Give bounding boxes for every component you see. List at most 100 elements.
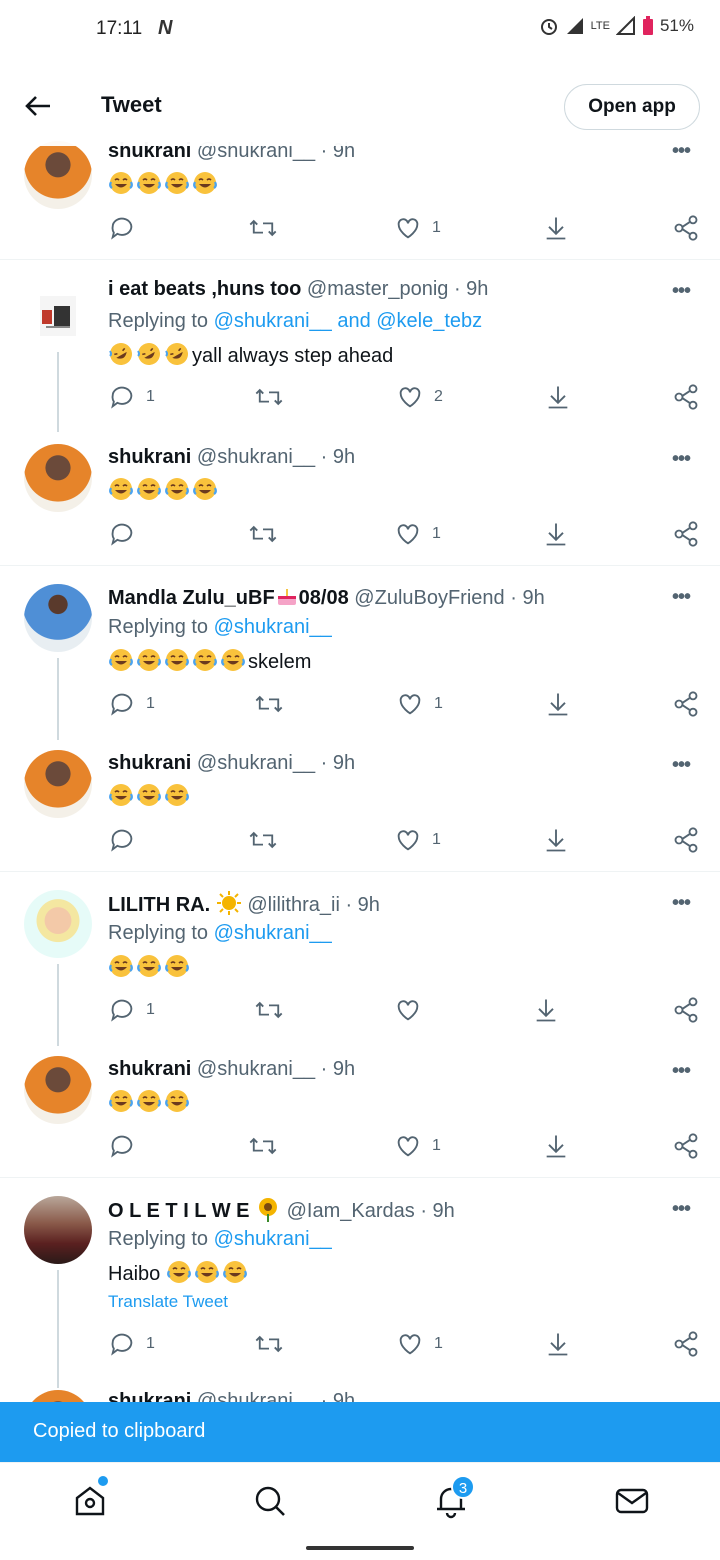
username[interactable]: @shukrani__ — [197, 1058, 315, 1080]
home-icon[interactable] — [70, 1481, 110, 1521]
username[interactable]: @Iam_Kardas — [287, 1200, 415, 1222]
tweet[interactable]: i eat beats ,huns too @master_ponig · 9h… — [0, 260, 720, 432]
share-button[interactable] — [544, 1330, 572, 1358]
share-link-button[interactable] — [672, 996, 700, 1024]
open-app-button[interactable]: Open app — [564, 84, 700, 130]
reply-button[interactable] — [108, 826, 146, 854]
share-link-button[interactable] — [672, 214, 700, 242]
avatar[interactable] — [24, 890, 92, 958]
timestamp[interactable]: · 9h — [321, 1390, 355, 1402]
like-button[interactable]: 2 — [396, 383, 443, 411]
username[interactable]: @shukrani__ — [197, 446, 315, 468]
like-button[interactable]: 1 — [394, 1132, 441, 1160]
retweet-button[interactable] — [248, 214, 278, 242]
username[interactable]: @shukrani__ — [197, 1390, 315, 1402]
timestamp[interactable]: · 9h — [321, 446, 355, 468]
system-home-indicator[interactable] — [306, 1546, 414, 1550]
tweet[interactable]: shukrani @shukrani__ · 9h ••• 1 — [0, 430, 720, 566]
retweet-button[interactable] — [248, 826, 278, 854]
display-name[interactable]: Mandla Zulu_uBF — [108, 587, 275, 609]
tweet[interactable]: shukrani @shukrani__ · 9h ••• 1 — [0, 1042, 720, 1178]
more-options-icon[interactable]: ••• — [672, 892, 691, 915]
reply-button[interactable] — [108, 520, 146, 548]
tweet[interactable]: shukrani @shukrani__ · 9h ••• 1 — [0, 736, 720, 872]
more-options-icon[interactable]: ••• — [672, 1198, 691, 1221]
share-button[interactable] — [542, 214, 570, 242]
reply-button[interactable]: 1 — [108, 1330, 155, 1358]
share-button[interactable] — [542, 1132, 570, 1160]
share-link-button[interactable] — [672, 1132, 700, 1160]
reply-mentions[interactable]: @shukrani__ — [214, 1228, 332, 1250]
timestamp[interactable]: · 9h — [420, 1200, 454, 1222]
share-link-button[interactable] — [672, 690, 700, 718]
timestamp[interactable]: · 9h — [454, 278, 488, 300]
share-link-button[interactable] — [672, 520, 700, 548]
reply-button[interactable] — [108, 1132, 146, 1160]
display-name[interactable]: shukrani — [108, 446, 191, 468]
more-options-icon[interactable]: ••• — [672, 586, 691, 609]
share-button[interactable] — [544, 690, 572, 718]
back-arrow-icon[interactable] — [20, 88, 56, 124]
reply-button[interactable]: 1 — [108, 996, 155, 1024]
avatar[interactable] — [24, 1056, 92, 1124]
display-name[interactable]: shukrani — [108, 1058, 191, 1080]
avatar[interactable] — [24, 1390, 92, 1402]
like-button[interactable]: 1 — [394, 520, 441, 548]
name-suffix[interactable]: 08/08 — [299, 587, 349, 609]
reply-mentions[interactable]: @shukrani__ — [214, 922, 332, 944]
more-options-icon[interactable]: ••• — [672, 1060, 691, 1083]
username[interactable]: @shukrani__ — [197, 752, 315, 774]
more-options-icon[interactable]: ••• — [672, 448, 691, 471]
avatar[interactable] — [24, 750, 92, 818]
like-button[interactable] — [394, 996, 432, 1024]
username[interactable]: @master_ponig — [307, 278, 448, 300]
messages-icon[interactable] — [612, 1481, 652, 1521]
share-button[interactable] — [532, 996, 560, 1024]
tweet-feed[interactable]: shukrani @shukrani__ · 9h ••• 1 i eat be… — [0, 0, 720, 1402]
retweet-button[interactable] — [248, 1132, 278, 1160]
avatar[interactable] — [24, 444, 92, 512]
reply-mentions[interactable]: @shukrani__ — [214, 616, 332, 638]
reply-button[interactable]: 1 — [108, 690, 155, 718]
reply-button[interactable] — [108, 214, 146, 242]
timestamp[interactable]: · 9h — [321, 752, 355, 774]
retweet-button[interactable] — [254, 1330, 284, 1358]
username[interactable]: @lilithra_ii — [247, 894, 340, 916]
retweet-button[interactable] — [254, 690, 284, 718]
like-button[interactable]: 1 — [394, 826, 441, 854]
avatar[interactable] — [24, 280, 92, 348]
avatar[interactable] — [24, 1196, 92, 1264]
reply-button[interactable]: 1 — [108, 383, 155, 411]
display-name[interactable]: shukrani — [108, 752, 191, 774]
display-name[interactable]: i eat beats ,huns too — [108, 278, 301, 300]
retweet-button[interactable] — [254, 996, 284, 1024]
display-name[interactable]: O L E T I L W E — [108, 1200, 250, 1222]
like-button[interactable]: 1 — [394, 214, 441, 242]
timestamp[interactable]: · 9h — [510, 587, 544, 609]
share-button[interactable] — [544, 383, 572, 411]
share-link-button[interactable] — [672, 826, 700, 854]
tweet[interactable]: O L E T I L W E @Iam_Kardas · 9h ••• Rep… — [0, 1178, 720, 1388]
display-name[interactable]: LILITH RA. — [108, 894, 210, 916]
more-options-icon[interactable]: ••• — [672, 280, 691, 303]
timestamp[interactable]: · 9h — [321, 1058, 355, 1080]
search-icon[interactable] — [250, 1481, 290, 1521]
more-options-icon[interactable]: ••• — [672, 754, 691, 777]
tweet[interactable]: shukrani @shukrani__ · 9h ••• 1 — [0, 138, 720, 260]
tweet[interactable]: Mandla Zulu_uBF 08/08 @ZuluBoyFriend · 9… — [0, 566, 720, 740]
like-button[interactable]: 1 — [396, 690, 443, 718]
retweet-button[interactable] — [254, 383, 284, 411]
tweet[interactable]: LILITH RA. @lilithra_ii · 9h ••• Replyin… — [0, 872, 720, 1046]
share-button[interactable] — [542, 520, 570, 548]
retweet-button[interactable] — [248, 520, 278, 548]
username[interactable]: @ZuluBoyFriend — [354, 587, 504, 609]
avatar[interactable] — [24, 584, 92, 652]
translate-tweet-link[interactable]: Translate Tweet — [108, 1292, 228, 1312]
avatar[interactable] — [24, 141, 92, 209]
display-name[interactable]: shukrani — [108, 1390, 191, 1402]
like-button[interactable]: 1 — [396, 1330, 443, 1358]
share-link-button[interactable] — [672, 383, 700, 411]
reply-mentions[interactable]: @shukrani__ and @kele_tebz — [214, 310, 483, 332]
timestamp[interactable]: · 9h — [345, 894, 379, 916]
tweet[interactable]: shukrani @shukrani__ · 9h — [0, 1388, 720, 1402]
